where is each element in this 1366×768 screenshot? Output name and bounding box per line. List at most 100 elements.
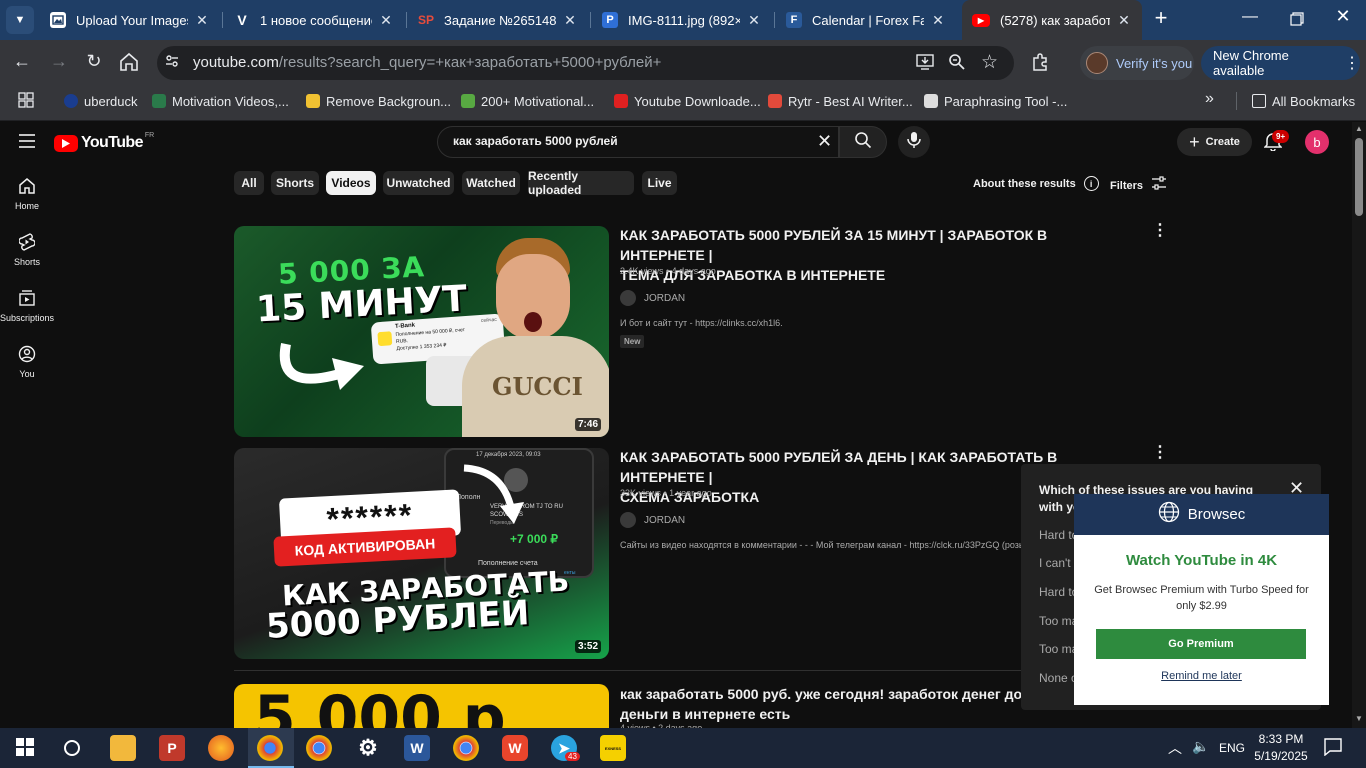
forward-button[interactable]: → bbox=[47, 51, 71, 75]
window-close-button[interactable]: ✕ bbox=[1330, 6, 1356, 32]
search-taskbar-button[interactable] bbox=[59, 735, 85, 761]
tab-0[interactable]: Upload Your Images - ✕ bbox=[40, 4, 220, 36]
chip-live[interactable]: Live bbox=[642, 171, 677, 195]
video-thumbnail-3[interactable]: 5 000 р bbox=[234, 684, 609, 728]
tray-chevron-icon[interactable]: ︿ bbox=[1168, 738, 1182, 758]
youtube-logo[interactable]: YouTube FR bbox=[54, 132, 154, 154]
feedback-option[interactable]: I can't find the video bbox=[1039, 556, 1075, 570]
plus-icon: + bbox=[1189, 131, 1200, 152]
chip-watched[interactable]: Watched bbox=[462, 171, 520, 195]
notification-center-icon[interactable] bbox=[1324, 738, 1342, 761]
feedback-option[interactable]: Hard to find new content bbox=[1039, 585, 1075, 599]
close-icon[interactable]: ✕ bbox=[194, 12, 210, 29]
bookmark-star-icon[interactable]: ☆ bbox=[981, 51, 1001, 73]
v-icon: V bbox=[237, 12, 247, 28]
scroll-down-arrow[interactable]: ▼ bbox=[1355, 714, 1363, 723]
about-results-link[interactable]: About these results i bbox=[973, 176, 1099, 191]
feedback-option[interactable]: Too many irrelevant results bbox=[1039, 614, 1075, 628]
minimize-button[interactable]: — bbox=[1238, 8, 1262, 32]
close-icon[interactable]: ✕ bbox=[1116, 12, 1132, 29]
close-icon[interactable]: ✕ bbox=[746, 12, 762, 29]
filters-button[interactable]: Filters bbox=[1110, 176, 1167, 195]
install-app-icon[interactable] bbox=[915, 53, 935, 71]
close-icon[interactable]: ✕ bbox=[562, 12, 578, 29]
bookmark-item[interactable]: Motivation Videos,... bbox=[152, 91, 289, 111]
bookmark-item[interactable]: uberduck bbox=[64, 91, 137, 111]
feedback-option[interactable]: Hard to find what I'm looking for bbox=[1039, 528, 1075, 542]
tab-2[interactable]: SP Задание №2651485 - ✕ bbox=[408, 4, 588, 36]
apps-grid-icon[interactable] bbox=[18, 92, 34, 108]
guide-menu-icon[interactable] bbox=[18, 133, 36, 149]
psiphon-icon[interactable]: P bbox=[159, 735, 185, 761]
sidebar-item-shorts[interactable]: Shorts bbox=[0, 233, 54, 267]
sidebar-item-subscriptions[interactable]: Subscriptions bbox=[0, 289, 54, 323]
chrome-profile-icon[interactable] bbox=[257, 735, 283, 761]
extensions-icon[interactable] bbox=[1030, 52, 1052, 74]
chip-videos[interactable]: Videos bbox=[326, 171, 376, 195]
exness-icon[interactable]: EXNESS bbox=[600, 735, 626, 761]
chrome-icon-2[interactable] bbox=[453, 735, 479, 761]
back-button[interactable]: ← bbox=[10, 51, 34, 75]
site-info-icon[interactable] bbox=[164, 53, 184, 73]
remind-later-link[interactable]: Remind me later bbox=[1074, 670, 1329, 682]
close-icon[interactable]: ✕ bbox=[378, 12, 394, 29]
close-icon[interactable]: ✕ bbox=[930, 12, 946, 29]
clear-search-icon[interactable]: ✕ bbox=[817, 131, 832, 152]
wps-icon[interactable]: W bbox=[502, 735, 528, 761]
chrome-icon[interactable] bbox=[306, 735, 332, 761]
all-bookmarks-button[interactable]: All Bookmarks bbox=[1252, 91, 1355, 111]
url-text[interactable]: youtube.com/results?search_query=+как+за… bbox=[193, 54, 893, 71]
bookmark-item[interactable]: Youtube Downloade... bbox=[614, 91, 761, 111]
bookmark-item[interactable]: Paraphrasing Tool -... bbox=[924, 91, 1067, 111]
chip-all[interactable]: All bbox=[234, 171, 264, 195]
video-title-1[interactable]: КАК ЗАРАБОТАТЬ 5000 РУБЛЕЙ ЗА 15 МИНУТ |… bbox=[620, 225, 1120, 285]
chip-unwatched[interactable]: Unwatched bbox=[383, 171, 454, 195]
bookmark-item[interactable]: Rytr - Best AI Writer... bbox=[768, 91, 913, 111]
sidebar-item-home[interactable]: Home bbox=[0, 177, 54, 211]
video-thumbnail-1[interactable]: 5 000 ЗА 15 МИНУТ T-Bank сейчас Пополнен… bbox=[234, 226, 609, 437]
video-menu-2[interactable]: ⋮ bbox=[1152, 445, 1168, 461]
scrollbar-thumb[interactable] bbox=[1355, 138, 1363, 216]
video-title-3[interactable]: как заработать 5000 руб. уже сегодня! за… bbox=[620, 684, 1040, 724]
settings-icon[interactable]: ⚙ bbox=[355, 735, 381, 761]
feedback-option[interactable]: Too many repeated results bbox=[1039, 642, 1075, 656]
scroll-up-arrow[interactable]: ▲ bbox=[1355, 124, 1363, 133]
new-tab-button[interactable]: + bbox=[1150, 7, 1172, 30]
voice-search-button[interactable] bbox=[898, 126, 930, 158]
go-premium-button[interactable]: Go Premium bbox=[1096, 629, 1306, 659]
search-input[interactable]: как заработать 5000 рублей bbox=[453, 134, 793, 148]
tab-1[interactable]: V 1 новое сообщение ✕ bbox=[224, 4, 404, 36]
tab-5-active[interactable]: ▶ (5278) как заработат ✕ bbox=[962, 0, 1142, 40]
page-scrollbar[interactable]: ▲ ▼ bbox=[1352, 122, 1366, 728]
tab-4[interactable]: F Calendar | Forex Facto ✕ bbox=[776, 4, 956, 36]
clock[interactable]: 8:33 PM 5/19/2025 bbox=[1252, 731, 1310, 765]
video-channel-1[interactable]: JORDAN bbox=[620, 290, 685, 306]
new-chrome-button[interactable]: New Chrome available ⋮ bbox=[1201, 46, 1360, 80]
volume-icon[interactable]: 🔈 bbox=[1192, 738, 1209, 755]
bookmarks-overflow-icon[interactable]: » bbox=[1205, 90, 1214, 108]
restore-button[interactable] bbox=[1284, 9, 1308, 31]
firefox-icon[interactable] bbox=[208, 735, 234, 761]
file-explorer-icon[interactable] bbox=[110, 735, 136, 761]
chip-recently-uploaded[interactable]: Recently uploaded bbox=[528, 169, 634, 197]
video-channel-2[interactable]: JORDAN bbox=[620, 512, 685, 528]
sidebar-item-you[interactable]: You bbox=[0, 345, 54, 379]
home-button[interactable] bbox=[118, 52, 142, 74]
video-thumbnail-2[interactable]: 17 декабря 2023, 09:03 VERVOD FROM TJ TO… bbox=[234, 448, 609, 659]
create-button[interactable]: + Create bbox=[1177, 128, 1252, 156]
bookmark-item[interactable]: 200+ Motivational... bbox=[461, 91, 594, 111]
feedback-option[interactable]: None of these bbox=[1039, 671, 1075, 685]
word-icon[interactable]: W bbox=[404, 735, 430, 761]
language-indicator[interactable]: ENG bbox=[1219, 741, 1245, 755]
verify-profile-chip[interactable]: Verify it's you bbox=[1080, 46, 1194, 80]
zoom-icon[interactable] bbox=[948, 53, 968, 73]
search-button[interactable] bbox=[839, 126, 887, 158]
tab-3[interactable]: P IMG-8111.jpg (892×8 ✕ bbox=[592, 4, 772, 36]
chip-shorts[interactable]: Shorts bbox=[271, 171, 319, 195]
start-button[interactable] bbox=[12, 735, 38, 761]
tab-search-button[interactable]: ▼ bbox=[6, 6, 34, 34]
reload-button[interactable]: ↻ bbox=[82, 51, 106, 75]
bookmark-item[interactable]: Remove Backgroun... bbox=[306, 91, 451, 111]
account-avatar[interactable]: b bbox=[1305, 130, 1329, 154]
video-menu-1[interactable]: ⋮ bbox=[1152, 223, 1168, 239]
